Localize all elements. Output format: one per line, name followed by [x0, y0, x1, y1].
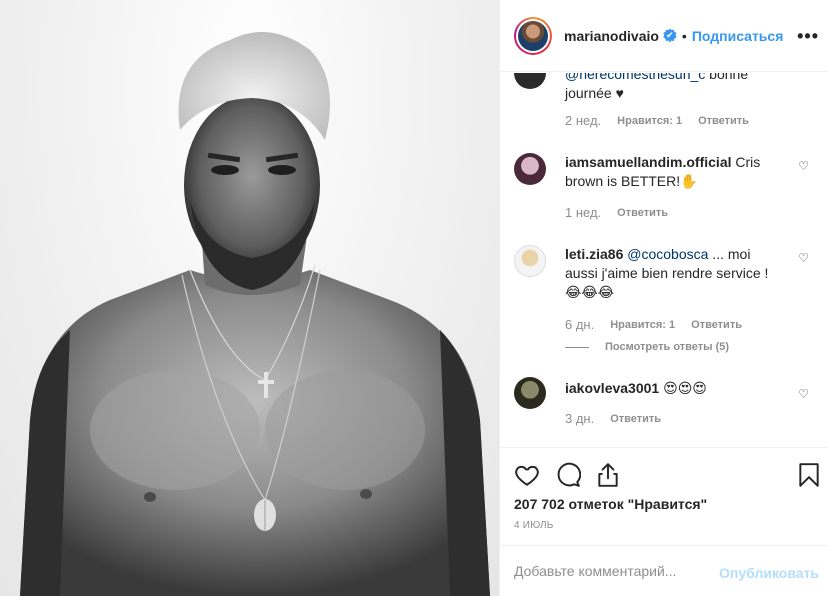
comment-time[interactable]: 1 нед. [565, 205, 601, 220]
comment-likes-count[interactable]: Нравится: 1 [617, 115, 682, 127]
comments-list[interactable]: @herecomesthesun_c bonne journée ♥ 2 нед… [500, 73, 828, 447]
reply-button[interactable]: Ответить [691, 319, 742, 331]
save-bookmark-icon[interactable] [796, 462, 822, 488]
share-icon[interactable] [595, 462, 621, 488]
comment-meta: 2 нед. Нравится: 1 Ответить [565, 113, 749, 128]
post-photo[interactable] [0, 0, 499, 596]
commenter-username[interactable]: iakovleva3001 [565, 380, 659, 396]
commenter-avatar[interactable] [514, 245, 546, 277]
comment-item: iakovleva3001 😍😍😍 ♡ 3 дн. Ответить [514, 375, 819, 445]
view-replies-button[interactable]: Посмотреть ответы (5) [565, 341, 729, 353]
reply-button[interactable]: Ответить [610, 413, 661, 425]
view-replies-label: Посмотреть ответы (5) [605, 341, 730, 353]
like-comment-heart-icon[interactable]: ♡ [798, 251, 809, 265]
header-separator: • [681, 27, 687, 44]
verified-badge-icon: ✔ [663, 28, 677, 43]
comment-item: @herecomesthesun_c bonne journée ♥ 2 нед… [514, 73, 819, 139]
like-comment-heart-icon[interactable]: ♡ [798, 159, 809, 173]
comment-input[interactable] [514, 563, 714, 579]
author-username[interactable]: marianodivaio [564, 28, 659, 44]
post-actions: 207 702 отметок "Нравится" 4 ИЮЛЬ [500, 447, 828, 545]
post-modal: marianodivaio ✔ • Подписаться ••• @herec… [0, 0, 828, 596]
add-comment-bar: Опубликовать [500, 545, 828, 596]
reply-button[interactable]: Ответить [698, 115, 749, 127]
portrait-image [20, 32, 490, 596]
commenter-username[interactable]: iamsamuellandim.official [565, 154, 732, 170]
comment-item: leti.zia86 @cocobosca ... moi aussi j'ai… [514, 243, 819, 373]
comment-likes-count[interactable]: Нравится: 1 [610, 319, 675, 331]
more-options-icon[interactable]: ••• [797, 26, 819, 47]
follow-button[interactable]: Подписаться [692, 28, 784, 44]
post-header: marianodivaio ✔ • Подписаться ••• [500, 0, 828, 72]
comment-item: iamsamuellandim.official Cris brown is B… [514, 151, 819, 231]
comment-text: 😍😍😍 [659, 380, 707, 396]
post-side-panel: marianodivaio ✔ • Подписаться ••• @herec… [499, 0, 828, 596]
comment-time[interactable]: 3 дн. [565, 411, 594, 426]
commenter-avatar[interactable] [514, 73, 546, 89]
comment-meta: 1 нед. Ответить [565, 205, 668, 220]
commenter-avatar[interactable] [514, 153, 546, 185]
commenter-avatar[interactable] [514, 377, 546, 409]
author-avatar[interactable] [514, 16, 552, 55]
comment-text: journée ♥ [565, 85, 624, 101]
post-date[interactable]: 4 ИЮЛЬ [514, 520, 554, 531]
likes-count[interactable]: 207 702 отметок "Нравится" [514, 496, 707, 512]
replies-line-divider [565, 346, 589, 348]
comment-time[interactable]: 6 дн. [565, 317, 594, 332]
comment-time[interactable]: 2 нед. [565, 113, 601, 128]
like-heart-icon[interactable] [514, 462, 540, 488]
comment-meta: 3 дн. Ответить [565, 411, 661, 426]
comment-bubble-icon[interactable] [555, 462, 581, 488]
publish-button[interactable]: Опубликовать [719, 565, 819, 581]
comment-meta: 6 дн. Нравится: 1 Ответить [565, 317, 742, 332]
reply-button[interactable]: Ответить [617, 207, 668, 219]
comment-text: bonne [705, 73, 749, 82]
commenter-username[interactable]: leti.zia86 [565, 246, 623, 262]
mention-link[interactable]: @herecomesthesun_c [565, 73, 705, 82]
like-comment-heart-icon[interactable]: ♡ [798, 387, 809, 401]
mention-link[interactable]: @cocobosca [627, 246, 708, 262]
